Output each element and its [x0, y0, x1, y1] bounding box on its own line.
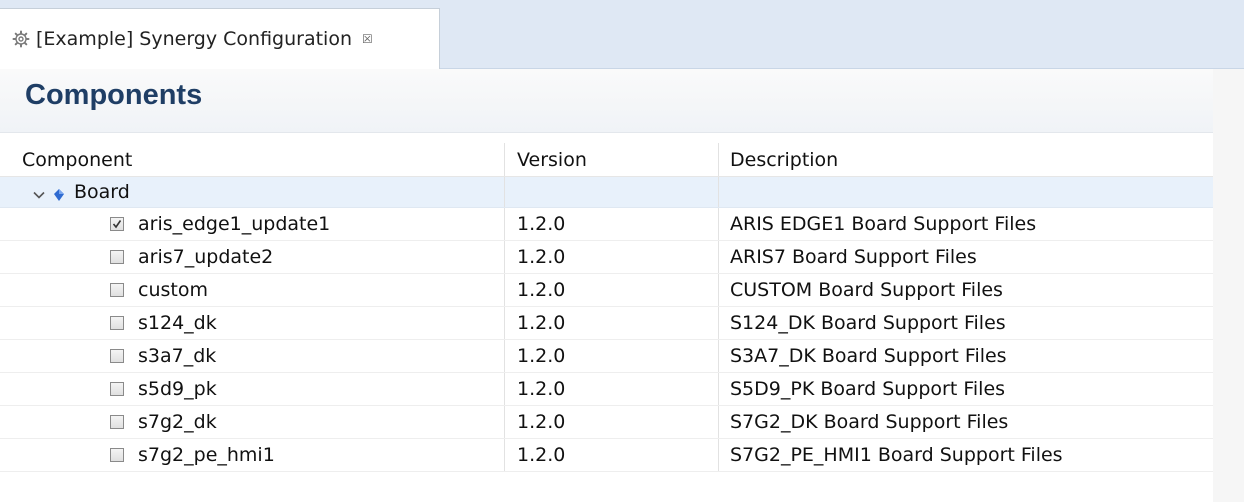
table-row[interactable]: s5d9_pk 1.2.0 S5D9_PK Board Support Files [0, 373, 1213, 406]
component-version: 1.2.0 [505, 208, 719, 240]
component-cell: s124_dk [0, 307, 505, 339]
close-icon[interactable]: ☒ [362, 32, 373, 46]
column-header-description[interactable]: Description [719, 143, 1213, 176]
component-version: 1.2.0 [505, 406, 719, 438]
component-cell: s7g2_dk [0, 406, 505, 438]
component-cell: aris_edge1_update1 [0, 208, 505, 240]
editor-tabbar: [Example] Synergy Configuration ☒ [0, 0, 1244, 69]
component-version: 1.2.0 [505, 241, 719, 273]
page-title: Components [25, 79, 203, 111]
chevron-down-icon[interactable] [32, 185, 46, 199]
table-row[interactable]: s3a7_dk 1.2.0 S3A7_DK Board Support Files [0, 340, 1213, 373]
component-version: 1.2.0 [505, 439, 719, 471]
group-version-cell [505, 177, 719, 207]
component-checkbox[interactable] [110, 448, 124, 462]
table-rows: aris_edge1_update1 1.2.0 ARIS EDGE1 Board … [0, 208, 1213, 472]
section-header: Components [0, 69, 1213, 133]
component-checkbox[interactable] [110, 316, 124, 330]
table-row[interactable]: s7g2_pe_hmi1 1.2.0 S7G2_PE_HMI1 Board Supp… [0, 439, 1213, 472]
components-page: Components Component Version Description [0, 69, 1244, 502]
vertical-scrollbar[interactable] [1213, 69, 1244, 502]
component-cell: s5d9_pk [0, 373, 505, 405]
components-table: Component Version Description Board aris… [0, 143, 1213, 472]
component-description: S3A7_DK Board Support Files [730, 345, 1007, 367]
component-name: aris_edge1_update1 [138, 213, 331, 235]
tab-synergy-configuration[interactable]: [Example] Synergy Configuration ☒ [0, 8, 440, 69]
component-cell: s3a7_dk [0, 340, 505, 372]
column-header-component[interactable]: Component [0, 143, 505, 176]
table-row[interactable]: s7g2_dk 1.2.0 S7G2_DK Board Support Files [0, 406, 1213, 439]
component-checkbox[interactable] [110, 283, 124, 297]
component-description: S7G2_DK Board Support Files [730, 411, 1009, 433]
tab-title: [Example] Synergy Configuration [36, 28, 353, 50]
component-checkbox[interactable] [110, 217, 124, 231]
component-checkbox[interactable] [110, 415, 124, 429]
component-name: s7g2_dk [138, 411, 217, 433]
column-header-version[interactable]: Version [505, 143, 719, 176]
component-description: S124_DK Board Support Files [730, 312, 1006, 334]
component-name: custom [138, 279, 208, 301]
component-description: S5D9_PK Board Support Files [730, 378, 1006, 400]
component-name: s5d9_pk [138, 378, 217, 400]
component-description: ARIS EDGE1 Board Support Files [730, 213, 1037, 235]
table-header-row: Component Version Description [0, 143, 1213, 177]
component-version: 1.2.0 [505, 373, 719, 405]
component-checkbox[interactable] [110, 349, 124, 363]
board-icon [52, 185, 66, 201]
tab-content: [Example] Synergy Configuration ☒ [12, 28, 373, 50]
component-cell: custom [0, 274, 505, 306]
group-description-cell [719, 177, 1213, 207]
component-name: s3a7_dk [138, 345, 217, 367]
component-description: ARIS7 Board Support Files [730, 246, 977, 268]
table-row[interactable]: aris7_update2 1.2.0 ARIS7 Board Support Fi… [0, 241, 1213, 274]
component-name: aris7_update2 [138, 246, 274, 268]
component-version: 1.2.0 [505, 274, 719, 306]
component-checkbox[interactable] [110, 382, 124, 396]
component-checkbox[interactable] [110, 250, 124, 264]
component-name: s7g2_pe_hmi1 [138, 444, 275, 466]
component-description: CUSTOM Board Support Files [730, 279, 1003, 301]
table-row[interactable]: custom 1.2.0 CUSTOM Board Support Files [0, 274, 1213, 307]
gear-icon [12, 30, 30, 48]
component-cell: aris7_update2 [0, 241, 505, 273]
group-label: Board [74, 181, 130, 203]
tree-group-board[interactable]: Board [0, 177, 1213, 208]
component-description: S7G2_PE_HMI1 Board Support Files [730, 444, 1063, 466]
component-version: 1.2.0 [505, 307, 719, 339]
component-cell: s7g2_pe_hmi1 [0, 439, 505, 471]
component-version: 1.2.0 [505, 340, 719, 372]
table-row[interactable]: s124_dk 1.2.0 S124_DK Board Support Files [0, 307, 1213, 340]
table-row[interactable]: aris_edge1_update1 1.2.0 ARIS EDGE1 Board … [0, 208, 1213, 241]
component-name: s124_dk [138, 312, 217, 334]
group-cell: Board [0, 177, 505, 207]
